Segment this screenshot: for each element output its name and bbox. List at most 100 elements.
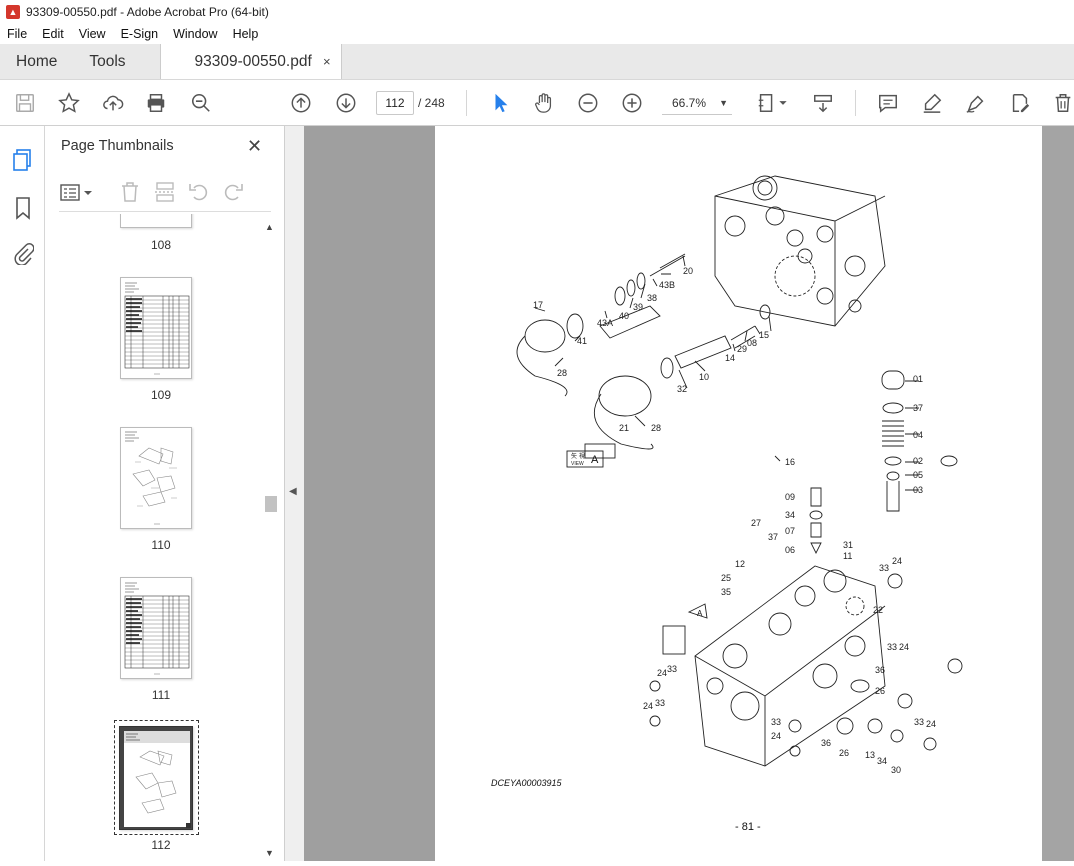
save-icon[interactable]: [13, 91, 37, 115]
zoom-level-dropdown[interactable]: 66.7% ▼: [662, 91, 732, 115]
callout: 32: [677, 384, 687, 394]
callout: 34: [785, 510, 795, 520]
delete-trash-icon[interactable]: [1051, 91, 1074, 115]
drawing-code: DCEYA00003915: [491, 778, 563, 788]
menu-file[interactable]: File: [0, 27, 35, 41]
callout: 16: [785, 457, 795, 467]
collapse-arrow-icon[interactable]: ◀: [289, 486, 297, 497]
callout: 24: [899, 642, 909, 652]
rotate-counterclockwise-icon[interactable]: [187, 180, 211, 204]
callout: 05: [913, 470, 923, 480]
comment-icon[interactable]: [876, 91, 900, 115]
callout: 43B: [659, 280, 675, 290]
tab-home[interactable]: Home: [0, 44, 73, 79]
menu-view[interactable]: View: [72, 27, 114, 41]
navigation-rail: [0, 126, 45, 861]
document-viewer: 17 41 28 43A 40 39 38 43B 20 10 32 14 29…: [304, 126, 1074, 861]
callout: 33: [667, 664, 677, 674]
edit-pdf-icon[interactable]: [1008, 91, 1032, 115]
thumbnail-label: 108: [150, 238, 172, 252]
callout: 13: [865, 750, 875, 760]
parts-diagram: 17 41 28 43A 40 39 38 43B 20 10 32 14 29…: [491, 175, 963, 833]
close-panel-icon[interactable]: ✕: [247, 136, 262, 157]
tab-document-label: 93309-00550.pdf: [194, 52, 312, 70]
zoom-search-icon[interactable]: [189, 91, 213, 115]
callout: 31: [843, 540, 853, 550]
thumbnail-scrollbar[interactable]: ▲ ▼: [263, 222, 277, 858]
page-thumbnail-112[interactable]: [119, 726, 193, 830]
page-number-input[interactable]: 112: [376, 91, 414, 115]
thumbnail-label: 109: [150, 388, 172, 402]
callout: 34: [877, 756, 887, 766]
thumbnail-label: 110: [151, 538, 171, 552]
window-title: 93309-00550.pdf - Adobe Acrobat Pro (64-…: [26, 5, 269, 19]
callout: 26: [875, 686, 885, 696]
delete-page-icon[interactable]: [119, 180, 141, 204]
detail-letter: A: [697, 609, 703, 618]
callout: 36: [821, 738, 831, 748]
bookmark-icon[interactable]: [13, 196, 33, 220]
callout: 09: [785, 492, 795, 502]
page-thumbnail-111[interactable]: [120, 577, 192, 679]
callout: 33: [655, 698, 665, 708]
star-bookmark-icon[interactable]: [57, 91, 81, 115]
close-tab-icon[interactable]: ×: [323, 54, 331, 69]
next-page-icon[interactable]: [334, 91, 358, 115]
menu-esign[interactable]: E-Sign: [114, 27, 167, 41]
scroll-up-icon[interactable]: ▲: [265, 222, 274, 232]
select-cursor-icon[interactable]: [489, 91, 513, 115]
callout: 36: [875, 665, 885, 675]
zoom-out-icon[interactable]: [576, 91, 600, 115]
view-letter: A: [591, 454, 599, 466]
callout: 28: [651, 423, 661, 433]
document-scrollbar-area[interactable]: [1042, 126, 1074, 861]
page-thumbnail-109[interactable]: [120, 277, 192, 379]
scroll-down-icon[interactable]: ▼: [265, 848, 274, 858]
callout: 37: [913, 403, 923, 413]
callout: 25: [721, 573, 731, 583]
page-thumbnail-110[interactable]: [120, 427, 192, 529]
thumbnail-options-menu-icon[interactable]: [59, 182, 95, 204]
attachment-paperclip-icon[interactable]: [12, 241, 35, 266]
fit-page-dropdown-icon[interactable]: [777, 91, 789, 115]
previous-page-icon[interactable]: [289, 91, 313, 115]
page-thumbnails-icon[interactable]: [11, 148, 35, 172]
sign-pen-icon[interactable]: [964, 91, 988, 115]
callout: 24: [643, 701, 653, 711]
callout: 30: [891, 765, 901, 775]
highlight-pen-icon[interactable]: [920, 91, 944, 115]
page-thumbnails-panel: Page Thumbnails ✕ 108 109 110 111 112 ▲ …: [45, 126, 285, 861]
insert-page-icon[interactable]: [153, 180, 177, 204]
hand-tool-icon[interactable]: [532, 91, 556, 115]
callout: 15: [759, 330, 769, 340]
callout: 01: [913, 374, 923, 384]
scroll-thumb[interactable]: [265, 496, 277, 512]
callout: 39: [633, 302, 643, 312]
callout: 08: [747, 338, 757, 348]
menu-help[interactable]: Help: [226, 27, 267, 41]
callout: 24: [926, 719, 936, 729]
panel-collapse-handle[interactable]: ◀: [285, 126, 304, 861]
zoom-in-icon[interactable]: [620, 91, 644, 115]
callout: 26: [839, 748, 849, 758]
callout: 06: [785, 545, 795, 555]
zoom-level-value: 66.7%: [672, 96, 707, 110]
chevron-down-icon: ▼: [719, 98, 728, 108]
upload-cloud-icon[interactable]: [101, 91, 125, 115]
tab-document[interactable]: 93309-00550.pdf ×: [159, 44, 342, 79]
fit-page-icon[interactable]: [755, 91, 779, 115]
menu-window[interactable]: Window: [166, 27, 225, 41]
callout: 33: [771, 717, 781, 727]
acrobat-logo-icon: ▲: [6, 5, 20, 19]
scroll-mode-icon[interactable]: [811, 91, 835, 115]
callout: 33: [914, 717, 924, 727]
print-icon[interactable]: [144, 91, 168, 115]
callout: 11: [843, 551, 852, 561]
toolbar-separator: [855, 90, 856, 116]
menu-edit[interactable]: Edit: [35, 27, 72, 41]
callout: 29: [737, 344, 747, 354]
page-thumbnail-108[interactable]: [120, 214, 192, 228]
toolbar-separator: [466, 90, 467, 116]
tab-tools[interactable]: Tools: [73, 44, 141, 79]
rotate-clockwise-icon[interactable]: [221, 180, 245, 204]
